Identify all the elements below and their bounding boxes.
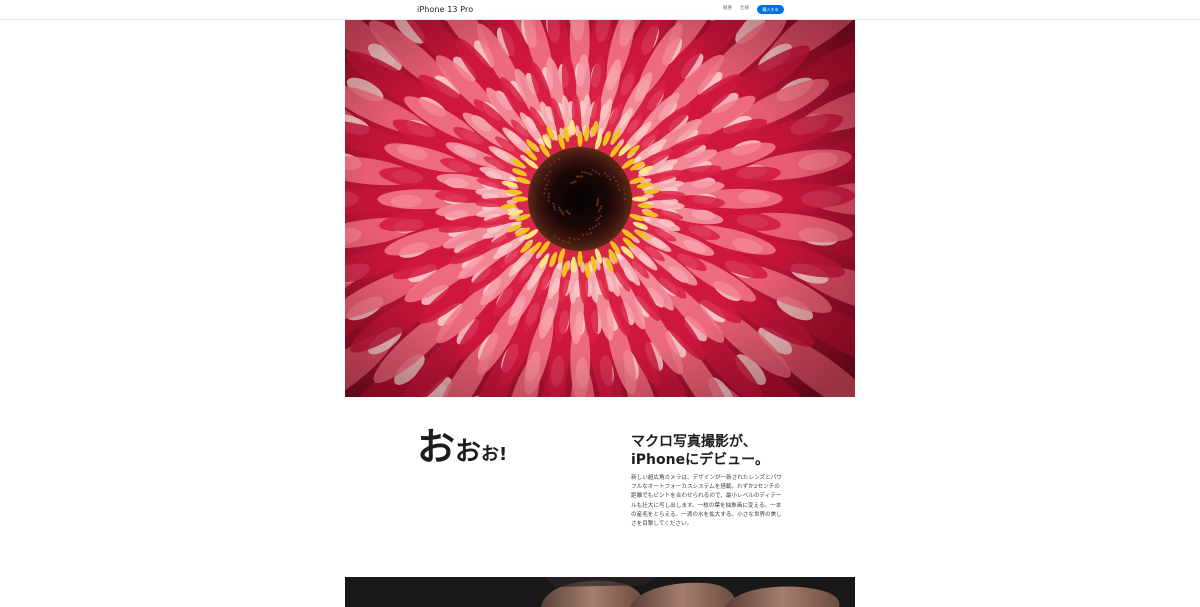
wow-exclamation: ! bbox=[499, 444, 508, 465]
page: iPhone 13 Pro 概要 仕様 購入する おおお! マクロ写真撮影が、 … bbox=[0, 0, 1200, 607]
wow-heading: おおお! bbox=[417, 428, 507, 466]
product-title[interactable]: iPhone 13 Pro bbox=[417, 5, 473, 15]
buy-button[interactable]: 購入する bbox=[757, 5, 784, 14]
macro-headline: マクロ写真撮影が、 iPhoneにデビュー。 bbox=[631, 433, 831, 469]
wow-char-medium: お bbox=[455, 437, 482, 467]
nav-link-overview[interactable]: 概要 bbox=[723, 6, 732, 12]
wow-char-small: お bbox=[481, 444, 500, 465]
headline-line-2: iPhoneにデビュー。 bbox=[631, 452, 769, 468]
nav-link-specs[interactable]: 仕様 bbox=[740, 6, 749, 12]
hero-flower-image bbox=[345, 19, 855, 397]
wow-char-large: お bbox=[417, 425, 456, 469]
headline-line-1: マクロ写真撮影が、 bbox=[631, 434, 757, 450]
local-nav: iPhone 13 Pro 概要 仕様 購入する bbox=[0, 0, 1200, 20]
bottom-hand-image bbox=[345, 577, 855, 607]
macro-body-copy: 新しい超広角カメラは、デザインが一新されたレンズとパワフルなオートフォーカスシス… bbox=[631, 475, 782, 528]
